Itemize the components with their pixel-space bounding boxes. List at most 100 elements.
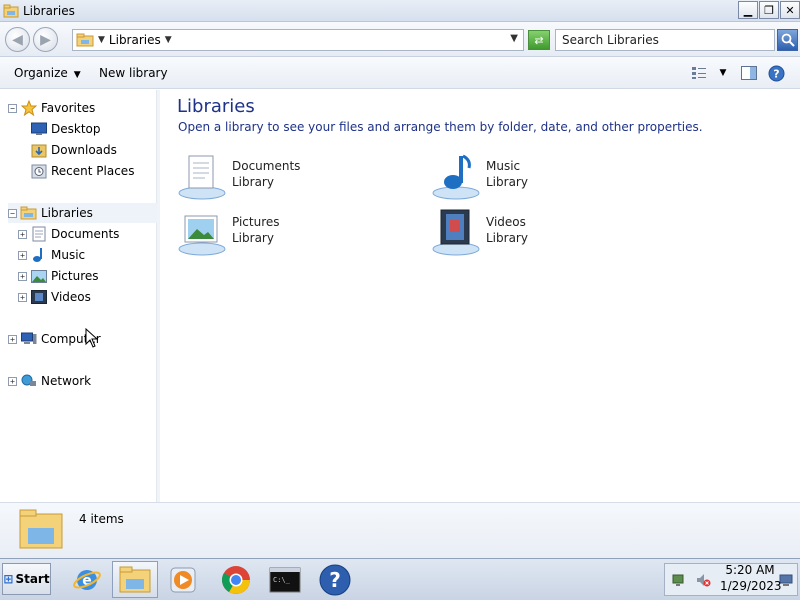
expand-icon[interactable]: + xyxy=(8,334,17,344)
library-item-videos[interactable]: Videos Library xyxy=(431,208,671,258)
taskbar-media-player[interactable] xyxy=(160,561,206,598)
start-button[interactable]: ⊞ Start xyxy=(2,563,51,595)
nav-libraries-label: Libraries xyxy=(41,206,93,220)
organize-button[interactable]: Organize ▼ xyxy=(14,66,81,80)
libraries-folder-icon xyxy=(76,33,94,47)
organize-label: Organize xyxy=(14,66,68,80)
volume-muted-icon[interactable] xyxy=(695,572,711,591)
address-bar[interactable]: ▼ Libraries ▼ ▼ xyxy=(72,29,524,51)
nav-music[interactable]: + Music xyxy=(18,245,85,265)
item-count: 4 items xyxy=(79,512,124,526)
minimize-button[interactable]: ▁ xyxy=(738,1,758,19)
breadcrumb-chevron-icon[interactable]: ▼ xyxy=(98,35,105,45)
forward-arrow-icon: ▶ xyxy=(40,31,51,48)
command-bar: Organize ▼ New library ▼ ? xyxy=(0,57,800,89)
libraries-folder-icon xyxy=(19,509,63,549)
content-pane: Libraries Open a library to see your fil… xyxy=(160,90,800,502)
music-note-icon xyxy=(30,247,47,263)
nav-downloads-label: Downloads xyxy=(51,143,117,157)
refresh-button[interactable]: ⇄ xyxy=(528,30,550,50)
svg-text:?: ? xyxy=(329,568,341,592)
refresh-icon: ⇄ xyxy=(534,33,544,47)
preview-pane-button[interactable] xyxy=(740,64,758,82)
search-input[interactable]: Search Libraries xyxy=(555,29,775,51)
address-history-dropdown-icon[interactable]: ▼ xyxy=(510,33,518,44)
nav-downloads[interactable]: Downloads xyxy=(30,140,117,160)
page-description: Open a library to see your files and arr… xyxy=(178,120,703,134)
help-button[interactable]: ? xyxy=(767,64,785,82)
maximize-button[interactable]: ❐ xyxy=(759,1,779,19)
search-icon xyxy=(781,33,795,47)
preview-pane-icon xyxy=(741,66,757,80)
taskbar-windows-explorer[interactable] xyxy=(112,561,158,598)
computer-icon xyxy=(20,331,37,347)
nav-videos[interactable]: + Videos xyxy=(18,287,91,307)
taskbar: ⊞ Start e C:\_ ? xyxy=(0,558,800,600)
expand-icon[interactable]: + xyxy=(8,376,17,386)
change-view-button[interactable] xyxy=(690,64,708,82)
downloads-folder-icon xyxy=(30,142,47,158)
nav-documents[interactable]: + Documents xyxy=(18,224,119,244)
nav-network-label: Network xyxy=(41,374,92,388)
collapse-icon[interactable]: − xyxy=(8,208,17,218)
network-icon xyxy=(20,373,37,389)
svg-text:?: ? xyxy=(773,67,779,80)
documents-icon xyxy=(30,226,47,242)
library-type: Library xyxy=(232,175,274,189)
nav-favorites[interactable]: − Favorites xyxy=(8,98,157,118)
expand-icon[interactable]: + xyxy=(18,271,27,281)
nav-libraries[interactable]: − Libraries xyxy=(8,203,157,223)
taskbar-command-prompt[interactable]: C:\_ xyxy=(262,561,308,598)
search-button[interactable] xyxy=(777,29,798,51)
library-type: Library xyxy=(486,231,528,245)
library-name: Music xyxy=(486,159,521,173)
videos-library-icon xyxy=(432,209,480,256)
nav-recent-places-label: Recent Places xyxy=(51,164,135,178)
library-name: Documents xyxy=(232,159,301,173)
library-item-pictures[interactable]: Pictures Library xyxy=(177,208,417,258)
expand-icon[interactable]: + xyxy=(18,229,27,239)
new-library-button[interactable]: New library xyxy=(99,66,168,80)
view-options-dropdown-icon[interactable]: ▼ xyxy=(714,64,732,82)
recent-places-icon xyxy=(30,163,47,179)
back-button[interactable]: ◀ xyxy=(5,27,30,52)
taskbar-internet-explorer[interactable]: e xyxy=(64,561,110,598)
windows-explorer-icon xyxy=(119,566,151,592)
clock[interactable]: 5:20 AM 1/29/2023 xyxy=(720,562,782,594)
collapse-icon[interactable]: − xyxy=(8,103,17,113)
forward-button[interactable]: ▶ xyxy=(33,27,58,52)
clock-time: 5:20 AM xyxy=(725,563,775,577)
expand-icon[interactable]: + xyxy=(18,250,27,260)
pictures-icon xyxy=(30,268,47,284)
nav-documents-label: Documents xyxy=(51,227,120,241)
taskbar-chrome[interactable] xyxy=(213,561,259,598)
chrome-icon xyxy=(222,565,250,594)
libraries-folder-icon xyxy=(3,4,19,17)
mouse-cursor-icon xyxy=(85,328,99,348)
close-button[interactable]: ✕ xyxy=(780,1,800,19)
windows-logo-icon: ⊞ xyxy=(3,572,14,586)
window-title: Libraries xyxy=(23,3,75,18)
expand-icon[interactable]: + xyxy=(18,292,27,302)
library-item-documents[interactable]: Documents Library xyxy=(177,152,417,202)
help-icon: ? xyxy=(768,65,784,81)
libraries-folder-icon xyxy=(20,205,37,221)
view-list-icon xyxy=(692,67,706,79)
breadcrumb-dropdown-icon[interactable]: ▼ xyxy=(165,35,172,45)
library-item-music[interactable]: Music Library xyxy=(431,152,671,202)
nav-network[interactable]: + Network xyxy=(8,371,91,391)
back-arrow-icon: ◀ xyxy=(12,31,23,48)
videos-icon xyxy=(30,289,47,305)
breadcrumb-libraries[interactable]: Libraries xyxy=(109,33,161,47)
nav-pictures[interactable]: + Pictures xyxy=(18,266,99,286)
organize-dropdown-icon: ▼ xyxy=(73,70,81,80)
nav-videos-label: Videos xyxy=(51,290,91,304)
star-icon xyxy=(20,100,37,116)
nav-recent-places[interactable]: Recent Places xyxy=(30,161,134,181)
documents-library-icon xyxy=(178,155,226,200)
taskbar-help[interactable]: ? xyxy=(312,561,358,598)
library-name: Pictures xyxy=(232,215,280,229)
nav-desktop[interactable]: Desktop xyxy=(30,119,101,139)
library-name: Videos xyxy=(486,215,526,229)
network-status-icon[interactable] xyxy=(671,572,687,591)
